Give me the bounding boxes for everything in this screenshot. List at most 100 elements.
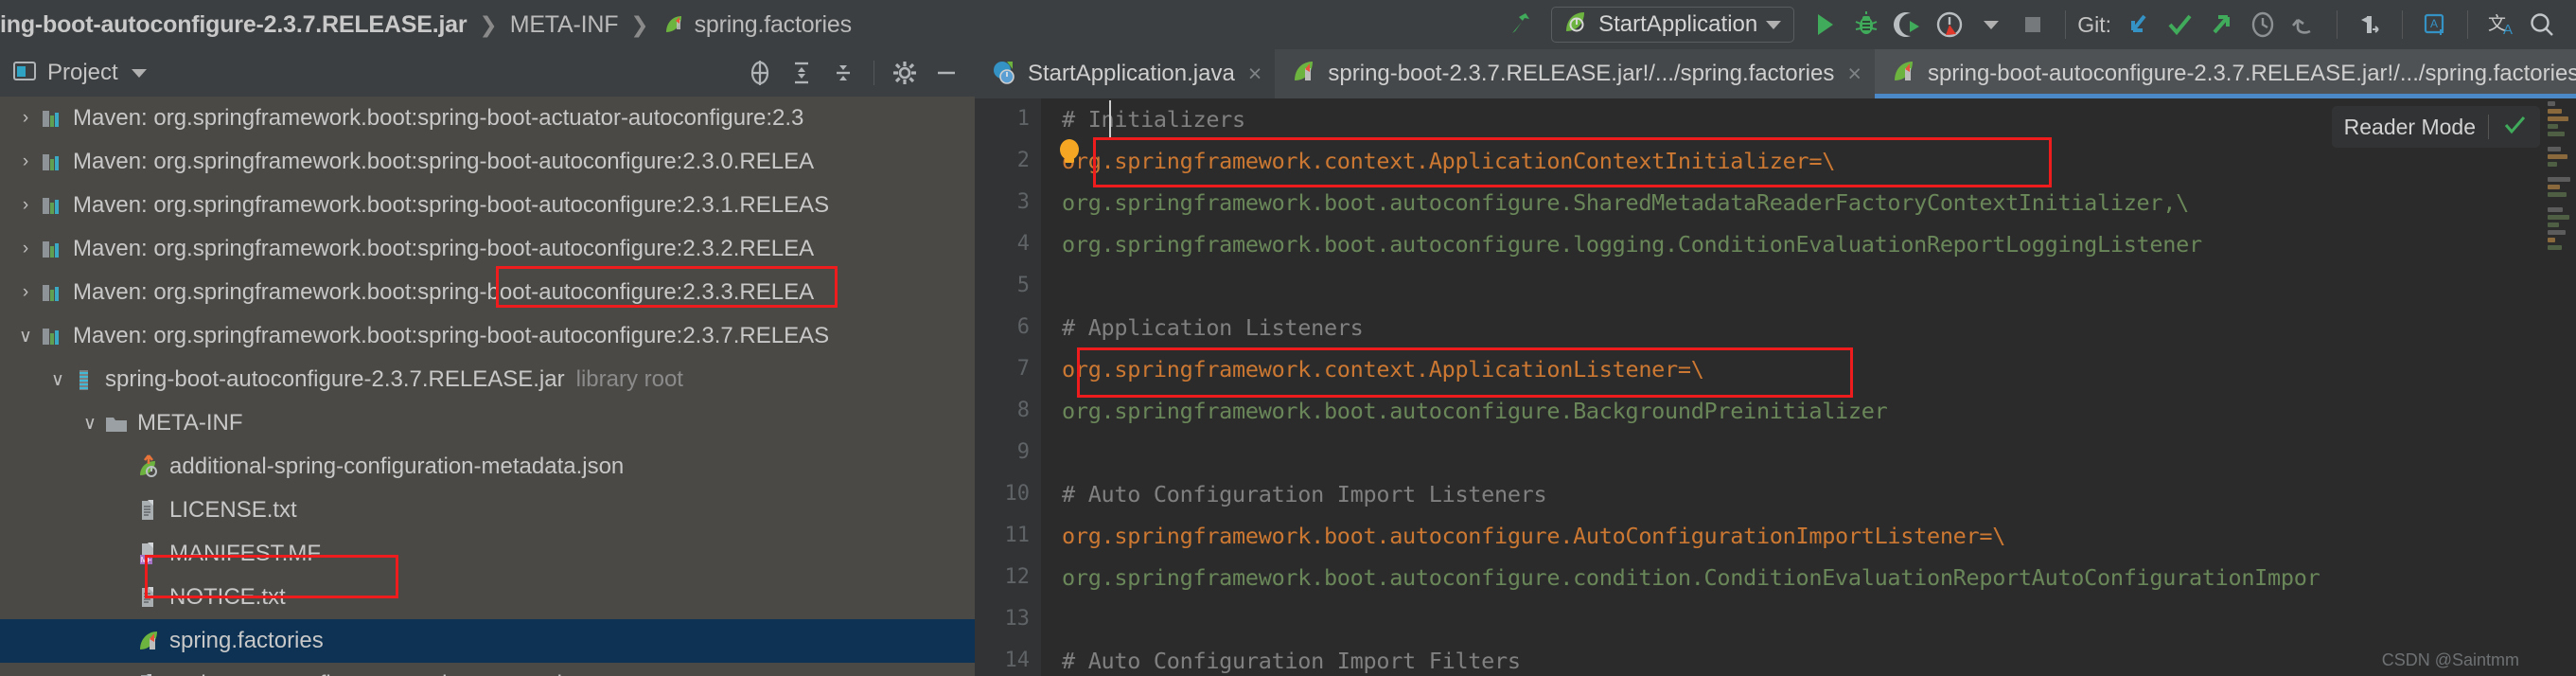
spring-boot-icon	[1561, 9, 1590, 42]
toolbar-divider	[2402, 10, 2403, 39]
stop-square-icon[interactable]	[2012, 4, 2054, 45]
tree-node[interactable]: ∨ spring-boot-autoconfigure-2.3.7.RELEASE…	[0, 358, 975, 401]
locate-target-icon[interactable]	[741, 54, 779, 92]
collapse-all-icon[interactable]	[824, 54, 862, 92]
profiler-clock-icon[interactable]	[1929, 4, 1970, 45]
minimap-line	[2548, 207, 2563, 212]
check-mark-icon[interactable]	[2501, 112, 2528, 143]
chevron-right-icon[interactable]: ›	[13, 108, 38, 129]
folder-icon	[102, 409, 131, 437]
minimap-line	[2548, 200, 2556, 205]
code-line[interactable]: # Auto Configuration Import Filters	[1041, 640, 2576, 676]
intellij-idea-window: ing-boot-autoconfigure-2.3.7.RELEASE.jar…	[0, 0, 2576, 676]
code-line[interactable]: org.springframework.boot.autoconfigure.A…	[1041, 515, 2576, 557]
close-icon[interactable]: ×	[1847, 61, 1861, 88]
code-line[interactable]: org.springframework.boot.autoconfigure.S…	[1041, 182, 2576, 223]
line-number: 6	[1016, 315, 1030, 339]
editor-code-area[interactable]: # Initializers org.springframework.contex…	[1041, 98, 2576, 676]
tree-node-label: Maven: org.springframework.boot:spring-b…	[73, 279, 815, 305]
hide-minus-icon[interactable]	[927, 54, 965, 92]
translation-box-icon[interactable]: A	[2414, 4, 2456, 45]
code-line[interactable]	[1041, 432, 2576, 473]
spring-leaf-icon	[1890, 58, 1918, 91]
code-line[interactable]	[1041, 598, 2576, 640]
minimap-line	[2548, 147, 2561, 151]
breadcrumb-item-metainf[interactable]: META-INF	[510, 11, 619, 39]
breadcrumb-item-springfactories[interactable]: spring.factories	[695, 11, 853, 39]
code-line[interactable]: org.springframework.boot.autoconfigure.l…	[1041, 223, 2576, 265]
tree-node-label: Maven: org.springframework.boot:spring-b…	[73, 323, 830, 348]
code-line[interactable]: org.springframework.context.ApplicationL…	[1041, 348, 2576, 390]
git-rollback-undo-icon[interactable]	[2284, 4, 2325, 45]
git-history-clock-icon[interactable]	[2242, 4, 2284, 45]
code-line[interactable]: org.springframework.boot.autoconfigure.c…	[1041, 557, 2576, 598]
tree-node[interactable]: additional-spring-configuration-metadata…	[0, 445, 975, 489]
tree-node[interactable]: › Maven: org.springframework.boot:spring-…	[0, 271, 975, 314]
git-branch-icon[interactable]	[2349, 4, 2391, 45]
tab-spring-boot-factories[interactable]: spring-boot-2.3.7.RELEASE.jar!/.../sprin…	[1275, 49, 1875, 98]
spring-json-metadata-icon	[134, 453, 163, 481]
editor-minimap[interactable]	[2544, 98, 2576, 676]
project-tree[interactable]: › Maven: org.springframework.boot:spring-…	[0, 97, 975, 676]
chevron-right-icon[interactable]: ›	[13, 151, 38, 172]
intention-bulb-icon[interactable]	[1057, 138, 1082, 167]
tree-node[interactable]: NOTICE.txt	[0, 576, 975, 619]
close-icon[interactable]: ×	[1248, 61, 1262, 88]
code-line[interactable]: # Auto Configuration Import Listeners	[1041, 473, 2576, 515]
tree-node[interactable]: spring-autoconfigure-metadata.properties	[0, 663, 975, 676]
reader-mode-label: Reader Mode	[2343, 114, 2476, 139]
run-play-icon[interactable]	[1804, 4, 1845, 45]
tree-node[interactable]: LICENSE.txt	[0, 489, 975, 532]
code-line[interactable]: org.springframework.boot.autoconfigure.B…	[1041, 390, 2576, 432]
line-number: 8	[1016, 399, 1030, 422]
code-line[interactable]	[1041, 265, 2576, 307]
minimap-line	[2548, 109, 2562, 114]
line-number: 2	[1016, 149, 1030, 172]
debug-bug-icon[interactable]	[1845, 4, 1887, 45]
translate-cn-en-icon[interactable]: 文 A	[2479, 4, 2521, 45]
breadcrumb-separator: ❯	[479, 11, 498, 37]
tree-node[interactable]: MF MANIFEST.MF	[0, 532, 975, 576]
git-update-arrow-down-icon[interactable]	[2117, 4, 2159, 45]
tree-node[interactable]: ∨ META-INF	[0, 401, 975, 445]
chevron-down-icon[interactable]: ∨	[45, 369, 70, 391]
maven-lib-icon	[38, 235, 66, 263]
code-line[interactable]: # Application Listeners	[1041, 307, 2576, 348]
git-label: Git:	[2077, 11, 2111, 37]
code-editor[interactable]: 1 2 3 4 5 6 7 8 9 10 11 12 13 14 # Initializers org.sp…	[975, 98, 2576, 676]
tree-node[interactable]: › Maven: org.springframework.boot:spring-…	[0, 140, 975, 184]
line-number: 14	[1004, 649, 1031, 672]
tree-node[interactable]: › Maven: org.springframework.boot:spring-…	[0, 184, 975, 227]
minimap-line	[2548, 245, 2562, 250]
chevron-right-icon[interactable]: ›	[13, 282, 38, 303]
svg-text:MF: MF	[141, 556, 152, 564]
chevron-right-icon[interactable]: ›	[13, 239, 38, 259]
hammer-icon[interactable]	[1500, 4, 1542, 45]
minimap-line	[2548, 192, 2567, 197]
tree-node[interactable]: ∨ Maven: org.springframework.boot:spring-…	[0, 314, 975, 358]
tab-label: spring-boot-autoconfigure-2.3.7.RELEASE.…	[1927, 61, 2576, 86]
chevron-right-icon[interactable]: ›	[13, 195, 38, 216]
git-push-arrow-up-icon[interactable]	[2200, 4, 2242, 45]
chevron-down-icon[interactable]: ∨	[78, 413, 102, 435]
tree-node[interactable]: › Maven: org.springframework.boot:spring-…	[0, 97, 975, 140]
text-caret	[1109, 100, 1111, 138]
settings-gear-icon[interactable]	[886, 54, 924, 92]
profiler-dropdown-chevron-down-icon[interactable]	[1970, 4, 2012, 45]
tree-node[interactable]: › Maven: org.springframework.boot:spring-…	[0, 227, 975, 271]
project-window-icon	[11, 58, 38, 89]
tab-spring-boot-autoconfigure-factories[interactable]: spring-boot-autoconfigure-2.3.7.RELEASE.…	[1874, 49, 2576, 98]
run-with-coverage-icon[interactable]	[1887, 4, 1929, 45]
run-configuration-selector[interactable]: StartApplication	[1551, 7, 1795, 43]
git-commit-check-icon[interactable]	[2159, 4, 2200, 45]
chevron-down-icon[interactable]	[131, 68, 147, 78]
line-number: 11	[1004, 524, 1031, 547]
chevron-down-icon[interactable]: ∨	[13, 326, 38, 347]
reader-mode-indicator[interactable]: Reader Mode	[2331, 106, 2540, 148]
breadcrumb-item-jar[interactable]: ing-boot-autoconfigure-2.3.7.RELEASE.jar	[0, 11, 468, 39]
line-number: 13	[1004, 607, 1031, 631]
tab-startapplication-java[interactable]: StartApplication.java ×	[975, 49, 1276, 98]
search-magnifier-icon[interactable]	[2521, 4, 2563, 45]
expand-all-icon[interactable]	[783, 54, 820, 92]
tree-node-selected[interactable]: spring.factories	[0, 619, 975, 663]
